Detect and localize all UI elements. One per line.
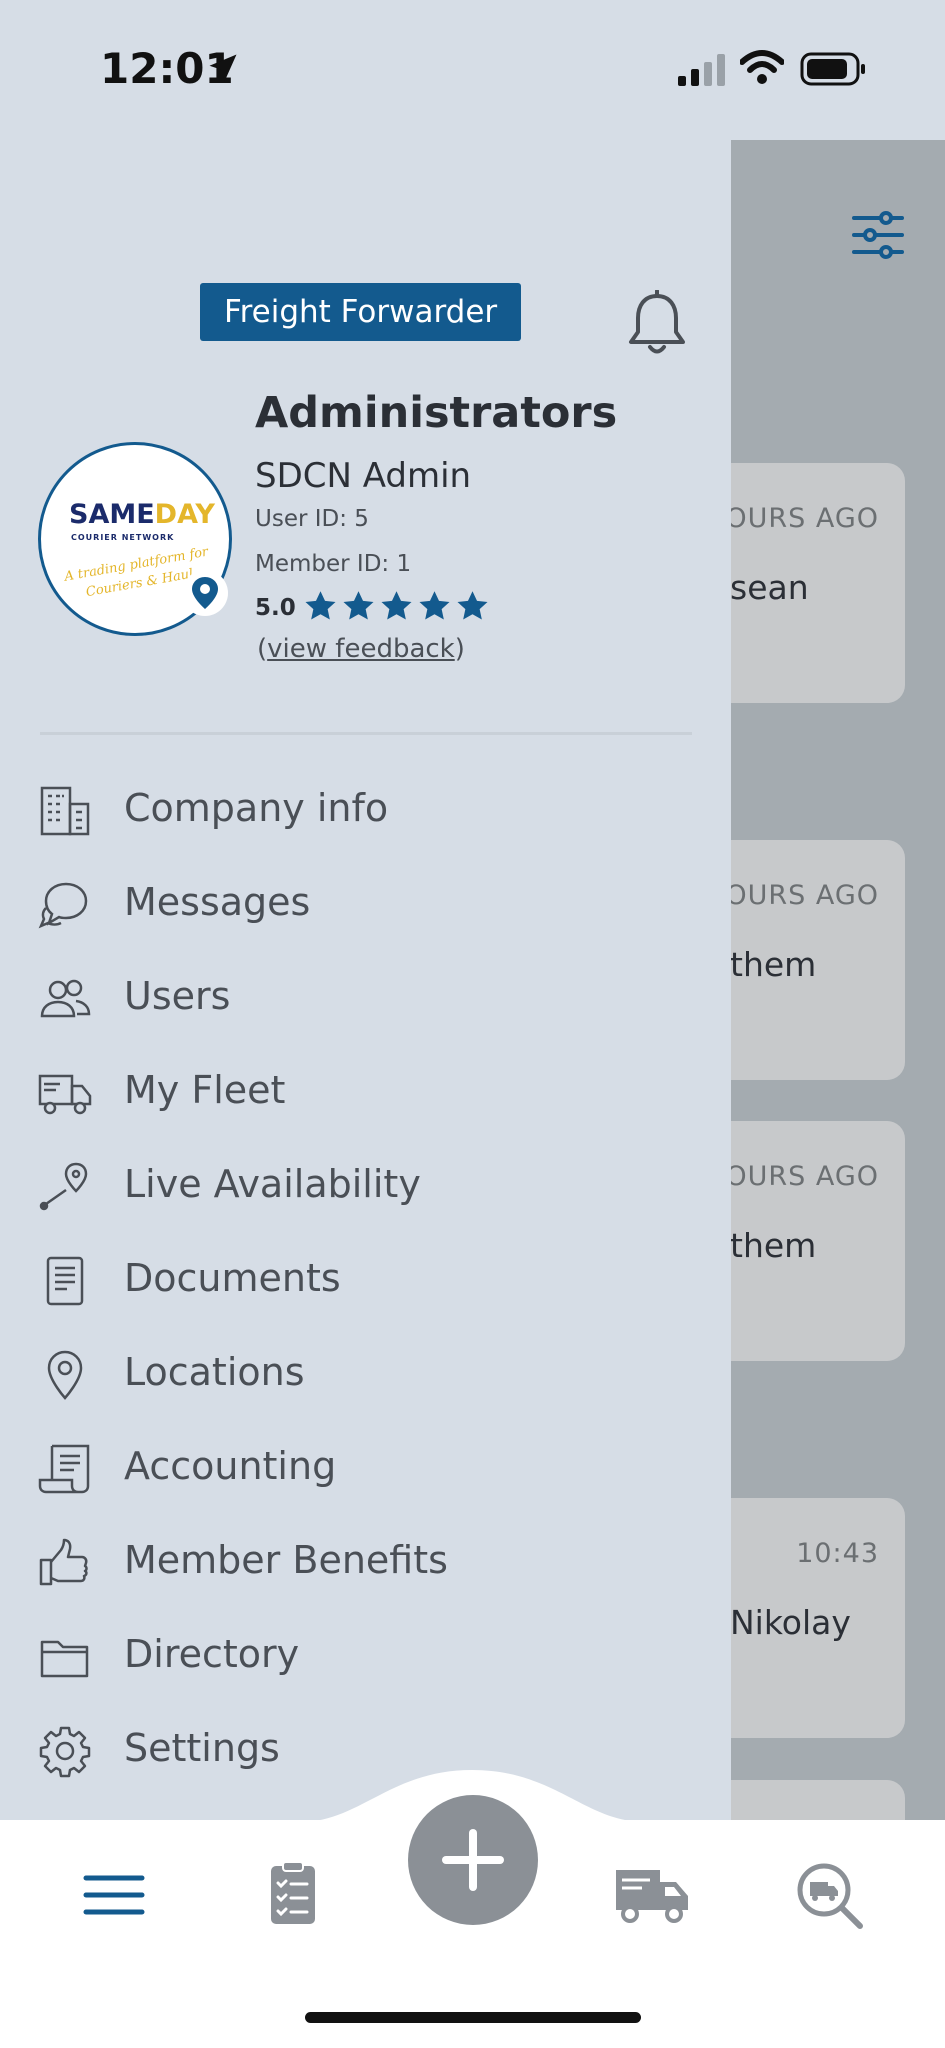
logo-subtitle: COURIER NETWORK <box>71 533 175 542</box>
list-item-time: OURS AGO <box>730 880 879 911</box>
list-item-name: them <box>730 1226 817 1265</box>
users-icon <box>40 979 91 1018</box>
cellular-signal-icon <box>678 54 725 86</box>
tab-jobs[interactable] <box>253 1860 333 1930</box>
list-item-time: OURS AGO <box>730 1161 879 1192</box>
folder-icon <box>40 1640 89 1678</box>
side-drawer: Freight Forwarder SAMEDAY COURIER NETWOR… <box>0 140 731 1820</box>
delivery-truck-icon <box>616 1870 688 1923</box>
menu-item-label: Directory <box>124 1632 300 1676</box>
route-pin-icon <box>39 1162 88 1211</box>
tab-fleet[interactable] <box>612 1860 692 1930</box>
menu-item-messages[interactable]: Messages <box>0 864 731 944</box>
menu-item-label: Company info <box>124 786 389 830</box>
star-icon <box>457 591 488 620</box>
menu-item-label: Users <box>124 974 231 1018</box>
tab-menu[interactable] <box>74 1860 154 1930</box>
location-pin-icon <box>47 1350 83 1400</box>
battery-icon <box>800 52 865 86</box>
star-icon <box>419 591 450 620</box>
filter-sliders-icon[interactable] <box>850 210 906 260</box>
checklist-icon <box>271 1861 315 1924</box>
building-icon <box>40 786 90 836</box>
list-item-time: OURS AGO <box>730 503 879 534</box>
role-badge: Freight Forwarder <box>200 283 522 341</box>
list-item[interactable]: OURS AGO them <box>730 1121 905 1361</box>
menu-item-users[interactable]: Users <box>0 958 731 1038</box>
menu-item-label: Member Benefits <box>124 1538 448 1582</box>
star-icon <box>305 591 336 620</box>
group-title: Administrators <box>255 388 618 438</box>
notification-bell-icon[interactable] <box>626 290 688 358</box>
menu-item-label: Messages <box>124 880 311 924</box>
gear-icon <box>39 1726 91 1778</box>
member-id: Member ID: 1 <box>255 551 412 577</box>
menu-item-label: Accounting <box>124 1444 337 1488</box>
user-id: User ID: 5 <box>255 506 369 532</box>
thumbs-up-icon <box>39 1538 88 1586</box>
location-badge <box>182 570 228 616</box>
menu-item-member-benefits[interactable]: Member Benefits <box>0 1522 731 1602</box>
view-feedback-link[interactable]: view feedback <box>267 634 455 664</box>
list-item[interactable]: OURS AGO them <box>730 840 905 1080</box>
home-indicator[interactable] <box>305 2012 641 2023</box>
menu-item-documents[interactable]: Documents <box>0 1240 731 1320</box>
list-item-name: them <box>730 945 817 984</box>
background-list-overlay[interactable]: OURS AGO sean OURS AGO them OURS AGO the… <box>730 140 945 1820</box>
divider <box>40 732 692 735</box>
menu-item-label: Locations <box>124 1350 305 1394</box>
logo-brand: SAMEDAY <box>69 499 215 530</box>
chat-icon <box>38 882 88 929</box>
list-item[interactable] <box>730 1780 905 1820</box>
location-arrow-icon <box>209 54 237 82</box>
add-icon <box>442 1829 504 1891</box>
search-truck-icon <box>797 1863 863 1929</box>
list-item-name: Nikolay <box>730 1603 851 1642</box>
menu-item-live-availability[interactable]: Live Availability <box>0 1146 731 1226</box>
feedback-line: (view feedback) <box>257 634 465 664</box>
menu-item-label: Documents <box>124 1256 341 1300</box>
menu-item-my-fleet[interactable]: My Fleet <box>0 1052 731 1132</box>
menu-item-locations[interactable]: Locations <box>0 1334 731 1414</box>
menu-icon <box>83 1875 145 1915</box>
star-icon <box>381 591 412 620</box>
menu-item-directory[interactable]: Directory <box>0 1616 731 1696</box>
truck-icon <box>38 1074 92 1115</box>
add-button[interactable] <box>408 1795 538 1925</box>
rating-value: 5.0 <box>255 595 296 621</box>
rating-stars <box>303 589 490 624</box>
status-bar: 12:01 <box>0 0 945 140</box>
receipt-icon <box>38 1444 90 1494</box>
menu-item-label: Live Availability <box>124 1162 421 1206</box>
menu-item-company-info[interactable]: Company info <box>0 770 731 850</box>
star-icon <box>343 591 374 620</box>
menu-item-accounting[interactable]: Accounting <box>0 1428 731 1508</box>
list-item-time: 10:43 <box>796 1538 879 1569</box>
list-item[interactable]: 10:43 Nikolay <box>730 1498 905 1738</box>
menu-item-label: Settings <box>124 1726 280 1770</box>
menu-item-label: My Fleet <box>124 1068 286 1112</box>
tab-search[interactable] <box>792 1860 872 1930</box>
user-name: SDCN Admin <box>255 456 472 496</box>
wifi-icon <box>740 50 784 84</box>
list-item-name: sean <box>730 568 809 607</box>
document-icon <box>46 1256 84 1306</box>
map-pin-icon <box>192 577 218 609</box>
list-item[interactable]: OURS AGO sean <box>730 463 905 703</box>
